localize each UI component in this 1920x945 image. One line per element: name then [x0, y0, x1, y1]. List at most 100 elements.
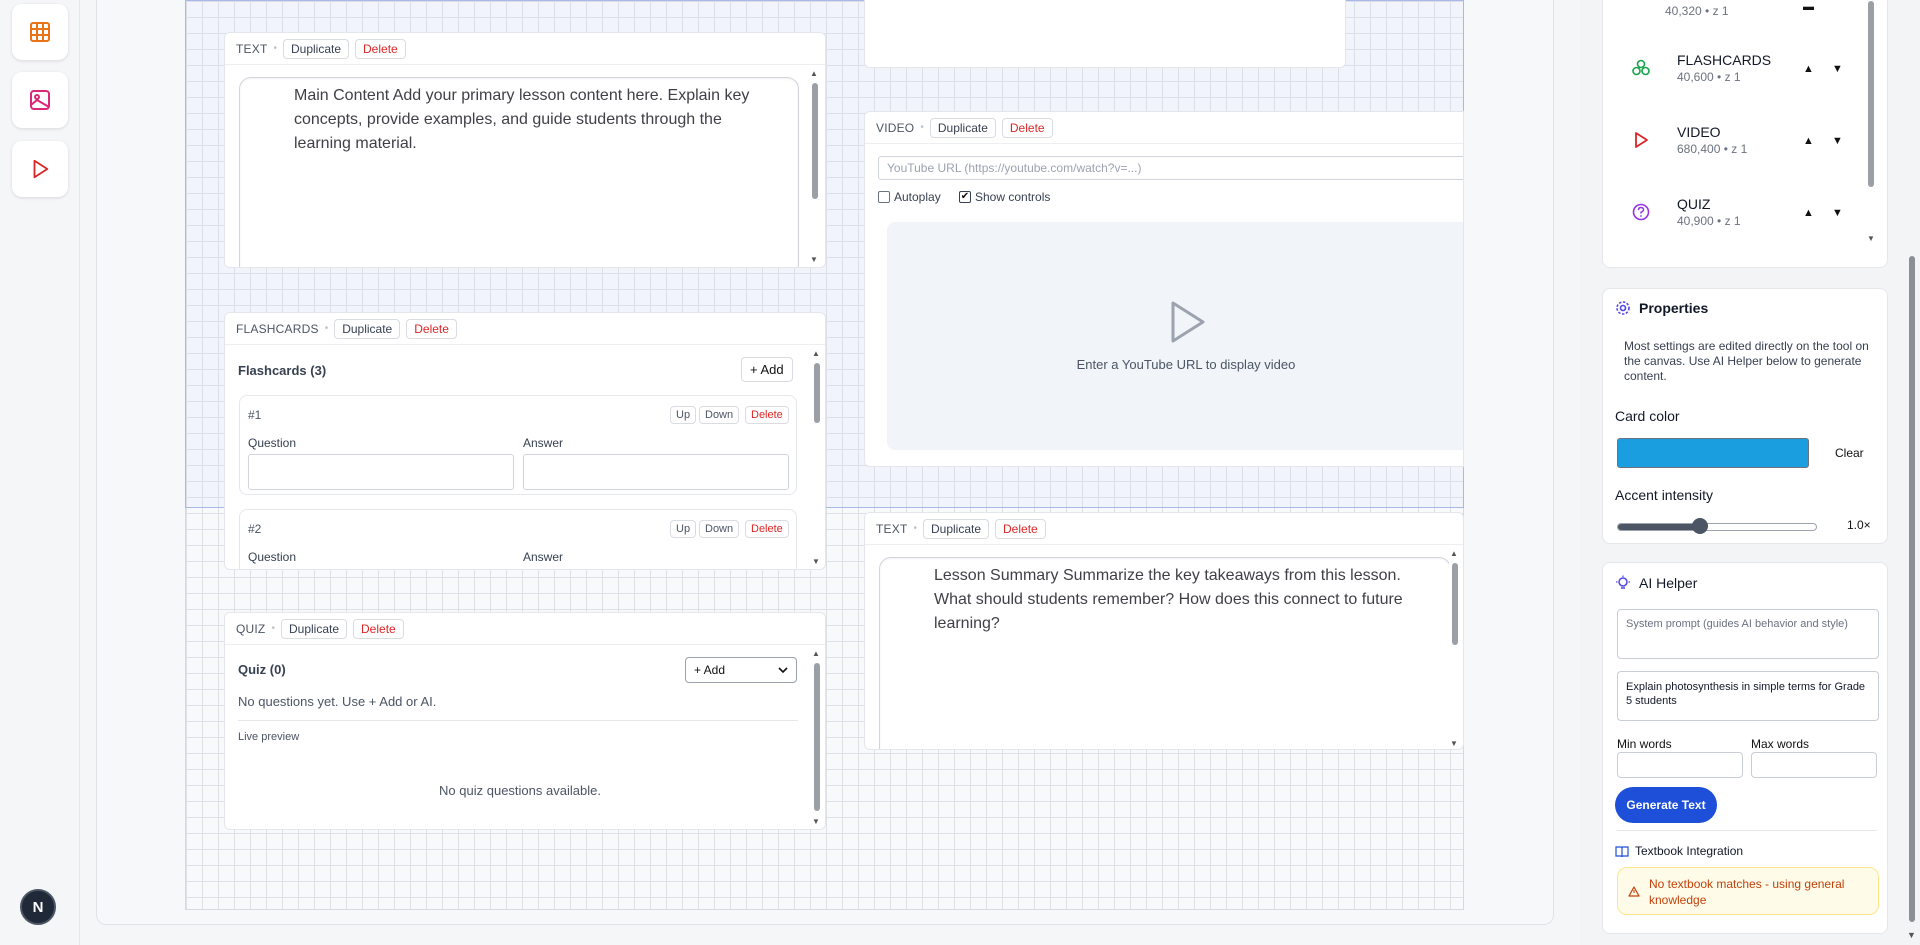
show-controls-label: Show controls [975, 190, 1051, 204]
move-layer-down-button[interactable]: ▼ [1832, 63, 1843, 75]
warning-icon [1628, 886, 1640, 897]
duplicate-button[interactable]: Duplicate [282, 38, 350, 59]
delete-button[interactable]: Delete [995, 518, 1046, 539]
card-kind: FLASHCARDS [236, 321, 319, 336]
layer-meta: 40,900 • z 1 [1677, 214, 1741, 228]
prompt-input[interactable]: Explain photosynthesis in simple terms f… [1617, 671, 1879, 721]
video-card[interactable]: VIDEO • Duplicate Delete YouTube URL (ht… [864, 111, 1464, 467]
textbook-warning: No textbook matches - using general know… [1617, 867, 1879, 915]
flashcard-item: #1 Up Down Delete Question Answer [239, 395, 797, 495]
scrollbar[interactable]: ▲ ▼ [811, 345, 823, 569]
play-icon [1635, 132, 1648, 148]
move-layer-up-button[interactable]: ▲ [1803, 135, 1814, 147]
live-preview-label: Live preview [238, 731, 300, 743]
quiz-card[interactable]: QUIZ • Duplicate Delete Quiz (0) + Add N… [224, 612, 826, 830]
properties-title: Properties [1639, 300, 1709, 316]
quiz-add-select[interactable]: + Add [685, 657, 797, 683]
move-layer-up-button[interactable]: ▲ [1803, 207, 1814, 219]
question-label: Question [248, 436, 297, 450]
card-kind: VIDEO [876, 120, 915, 135]
move-up-button[interactable]: Up [670, 520, 697, 538]
move-down-button[interactable]: Down [699, 520, 740, 538]
quiz-add-select-value: + Add [694, 663, 726, 677]
video-tool-button[interactable] [12, 141, 68, 197]
delete-flashcard-button[interactable]: Delete [745, 520, 789, 538]
delete-flashcard-button[interactable]: Delete [745, 406, 789, 424]
system-prompt-input[interactable]: System prompt (guides AI behavior and st… [1617, 609, 1879, 659]
accent-intensity-label: Accent intensity [1615, 487, 1714, 503]
max-words-input[interactable] [1751, 752, 1877, 778]
slider-thumb[interactable] [1692, 518, 1708, 534]
add-flashcard-button[interactable]: + Add [741, 357, 793, 382]
ai-helper-panel: AI Helper System prompt (guides AI behav… [1602, 562, 1888, 934]
duplicate-button[interactable]: Duplicate [280, 618, 348, 639]
flashcards-title: Flashcards (3) [238, 363, 327, 378]
delete-button[interactable]: Delete [353, 618, 404, 639]
gear-icon [1616, 301, 1630, 315]
text-card[interactable]: TEXT • Duplicate Delete Lesson Summary S… [864, 512, 1464, 750]
layer-title: FLASHCARDS [1677, 52, 1772, 68]
slider-fill [1618, 524, 1698, 530]
layers-panel: 40,320 • z 1 FLASHCARDS 40,600 • z 1 VID… [1602, 0, 1888, 268]
autoplay-checkbox[interactable] [878, 191, 890, 203]
duplicate-button[interactable]: Duplicate [334, 318, 401, 339]
flashcard-number: #2 [248, 522, 262, 536]
lightbulb-icon [1616, 575, 1630, 589]
duplicate-button[interactable]: Duplicate [922, 518, 990, 539]
text-content[interactable]: Main Content Add your primary lesson con… [239, 77, 799, 267]
ai-helper-title: AI Helper [1639, 575, 1698, 591]
book-icon [1615, 846, 1629, 858]
delete-button[interactable]: Delete [1001, 117, 1053, 138]
move-down-button[interactable]: Down [699, 406, 740, 424]
divider [238, 720, 798, 721]
no-quiz-message: No quiz questions available. [439, 783, 601, 798]
duplicate-button[interactable]: Duplicate [929, 117, 996, 138]
min-words-input[interactable] [1617, 752, 1743, 778]
answer-input[interactable] [523, 454, 789, 490]
show-controls-option[interactable]: ✔ Show controls [959, 190, 1050, 204]
chevron-down-icon [778, 667, 788, 674]
card-color-swatch[interactable] [1617, 438, 1809, 468]
show-controls-checkbox[interactable]: ✔ [959, 191, 971, 203]
question-icon [1632, 203, 1650, 221]
flashcards-card[interactable]: FLASHCARDS • Duplicate Delete Flashcards… [224, 312, 826, 570]
accent-intensity-slider[interactable] [1617, 518, 1817, 534]
panel-scrollbar[interactable]: ▼ [1906, 0, 1918, 945]
scrollbar[interactable]: ▲ ▼ [1449, 545, 1461, 749]
text-content[interactable]: Lesson Summary Summarize the key takeawa… [879, 557, 1451, 749]
layer-meta: 40,600 • z 1 [1677, 70, 1741, 84]
move-layer-down-button[interactable]: ▼ [1832, 207, 1843, 219]
move-layer-up-button[interactable]: ▬ [1803, 1, 1814, 13]
scrollbar[interactable]: ▲ ▼ [809, 65, 821, 267]
card-header: FLASHCARDS • Duplicate Delete [225, 313, 825, 345]
clear-color-button[interactable]: Clear [1835, 446, 1864, 460]
card-header: TEXT • Duplicate Delete [225, 33, 825, 65]
panel-scrollbar-thumb[interactable] [1909, 256, 1915, 922]
text-card[interactable]: TEXT • Duplicate Delete Main Content Add… [224, 32, 826, 268]
app-badge[interactable]: N [20, 889, 56, 925]
question-label: Question [248, 550, 297, 564]
max-words-label: Max words [1751, 737, 1810, 751]
question-input[interactable] [248, 454, 514, 490]
flashcards-icon [1632, 59, 1650, 76]
layers-scrollbar[interactable]: ▼ [1865, 0, 1877, 249]
image-tool-button[interactable] [12, 72, 68, 128]
card-kind: QUIZ [236, 621, 266, 636]
youtube-url-input[interactable]: YouTube URL (https://youtube.com/watch?v… [878, 156, 1463, 180]
answer-label: Answer [523, 436, 564, 450]
properties-panel: Properties Most settings are edited dire… [1602, 288, 1888, 544]
delete-button[interactable]: Delete [406, 318, 457, 339]
delete-button[interactable]: Delete [355, 38, 406, 59]
grid-tool-button[interactable] [12, 4, 68, 60]
autoplay-label: Autoplay [894, 190, 941, 204]
generate-text-button[interactable]: Generate Text [1615, 787, 1717, 823]
move-up-button[interactable]: Up [670, 406, 697, 424]
min-words-label: Min words [1617, 737, 1672, 751]
autoplay-option[interactable]: Autoplay [878, 190, 941, 204]
play-icon [1171, 301, 1205, 343]
card-kind: TEXT [876, 521, 908, 536]
move-layer-up-button[interactable]: ▲ [1803, 63, 1814, 75]
quiz-title: Quiz (0) [238, 662, 286, 677]
move-layer-down-button[interactable]: ▼ [1832, 135, 1843, 147]
scrollbar[interactable]: ▲ ▼ [811, 645, 823, 829]
